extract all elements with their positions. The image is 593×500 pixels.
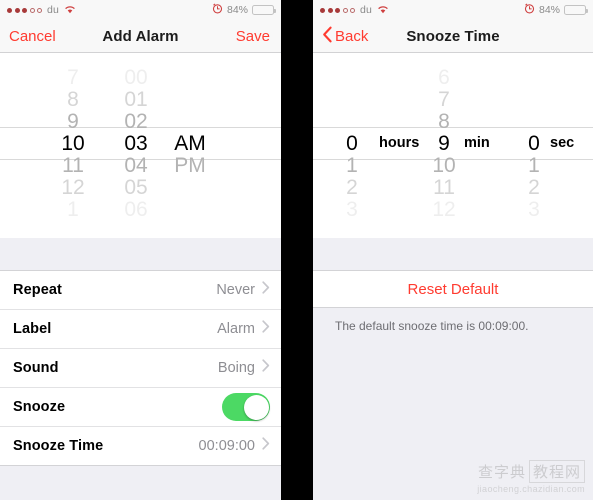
save-button-label: Save (235, 28, 270, 45)
settings-row-label[interactable]: Label Alarm (0, 310, 281, 349)
reset-default-label: Reset Default (407, 280, 499, 298)
watermark-cn-left: 查字典 (477, 463, 526, 481)
row-value: Alarm (217, 321, 255, 337)
row-label: Label (13, 321, 52, 337)
right-phone-screen: du 84% Back Snooze Time 0 1 2 3 hours 6 … (313, 0, 593, 500)
row-value: Never (216, 282, 255, 298)
status-bar-left-group: du (320, 1, 389, 19)
watermark-logo-row: 查字典 教程网 (477, 460, 585, 483)
battery-percent-label: 84% (538, 4, 560, 16)
status-bar-left: du 84% (0, 0, 281, 20)
settings-row-snooze-time[interactable]: Snooze Time 00:09:00 (0, 427, 281, 466)
carrier-label: du (360, 4, 373, 16)
row-label: Snooze (13, 399, 66, 415)
page-title-add-alarm: Add Alarm (102, 27, 179, 45)
page-title-snooze-time: Snooze Time (406, 27, 500, 45)
signal-strength-icon (7, 7, 42, 13)
settings-row-snooze[interactable]: Snooze (0, 388, 281, 427)
nav-bar-right: Back Snooze Time (313, 20, 593, 53)
settings-row-repeat[interactable]: Repeat Never (0, 271, 281, 310)
row-label: Snooze Time (13, 438, 104, 454)
list-footer-gap-left (0, 466, 281, 500)
alarm-clock-icon (212, 1, 223, 19)
alarm-clock-icon (524, 1, 535, 19)
back-button-label: Back (335, 28, 369, 45)
alarm-settings-list: Repeat Never Label Alarm Sound Boing Sno… (0, 270, 281, 466)
picker-unit-minutes: min (464, 135, 490, 151)
chevron-right-icon (262, 359, 270, 377)
picker-unit-seconds: sec (550, 135, 575, 151)
row-value: Boing (217, 360, 255, 376)
nav-bar-left: Cancel Add Alarm Save (0, 20, 281, 53)
back-button[interactable]: Back (322, 20, 368, 53)
row-accessory-group: 00:09:00 (199, 437, 270, 455)
save-button[interactable]: Save (236, 20, 270, 53)
reset-default-button[interactable]: Reset Default (313, 270, 593, 308)
watermark-cn-right: 教程网 (528, 460, 585, 483)
wifi-icon (64, 1, 76, 19)
settings-row-sound[interactable]: Sound Boing (0, 349, 281, 388)
status-bar-right-group: 84% (212, 0, 276, 20)
chevron-right-icon (262, 281, 270, 299)
cancel-button-label: Cancel (9, 28, 56, 45)
wifi-icon (377, 1, 389, 19)
status-bar-right: du 84% (313, 0, 593, 20)
picker-cell[interactable]: 3 (321, 193, 383, 226)
status-bar-left-group: du (7, 1, 76, 19)
screenshot-root: du 84% Cancel Add Alarm Save 7 8 9 10 11… (0, 0, 593, 500)
picker-cell[interactable]: 12 (413, 193, 475, 226)
left-phone-screen: du 84% Cancel Add Alarm Save 7 8 9 10 11… (0, 0, 281, 500)
section-gap-right (313, 238, 593, 270)
carrier-label: du (47, 4, 60, 16)
cancel-button[interactable]: Cancel (9, 20, 56, 53)
row-label: Repeat (13, 282, 62, 298)
picker-column-hours[interactable]: 0 1 2 3 (321, 53, 383, 238)
footnote-text: The default snooze time is 00:09:00. (335, 319, 529, 333)
watermark: 查字典 教程网 jiaocheng.chazidian.com (477, 460, 585, 494)
snooze-toggle-switch[interactable] (222, 393, 270, 421)
section-gap-left (0, 238, 281, 270)
row-accessory-group: Boing (218, 359, 270, 377)
battery-icon (564, 5, 588, 15)
row-accessory-group (222, 393, 270, 421)
picker-column-meridiem[interactable]: AM PM (150, 53, 230, 238)
screen-divider (281, 0, 313, 500)
row-accessory-group: Never (216, 281, 270, 299)
picker-cell[interactable]: 3 (503, 193, 565, 226)
chevron-right-icon (262, 320, 270, 338)
toggle-knob (243, 394, 269, 420)
watermark-url: jiaocheng.chazidian.com (477, 484, 585, 494)
time-picker[interactable]: 7 8 9 10 11 12 1 00 01 02 03 04 05 06 AM (0, 53, 281, 238)
row-accessory-group: Alarm (217, 320, 270, 338)
picker-cell[interactable]: PM (150, 149, 230, 182)
row-label: Sound (13, 360, 59, 376)
chevron-right-icon (262, 437, 270, 455)
battery-percent-label: 84% (226, 4, 248, 16)
signal-strength-icon (320, 7, 355, 13)
duration-picker[interactable]: 0 1 2 3 hours 6 7 8 9 10 11 12 min 0 1 2 (313, 53, 593, 238)
row-value: 00:09:00 (198, 438, 255, 454)
status-bar-right-group: 84% (524, 0, 588, 20)
chevron-left-icon (322, 26, 333, 48)
battery-icon (252, 5, 276, 15)
